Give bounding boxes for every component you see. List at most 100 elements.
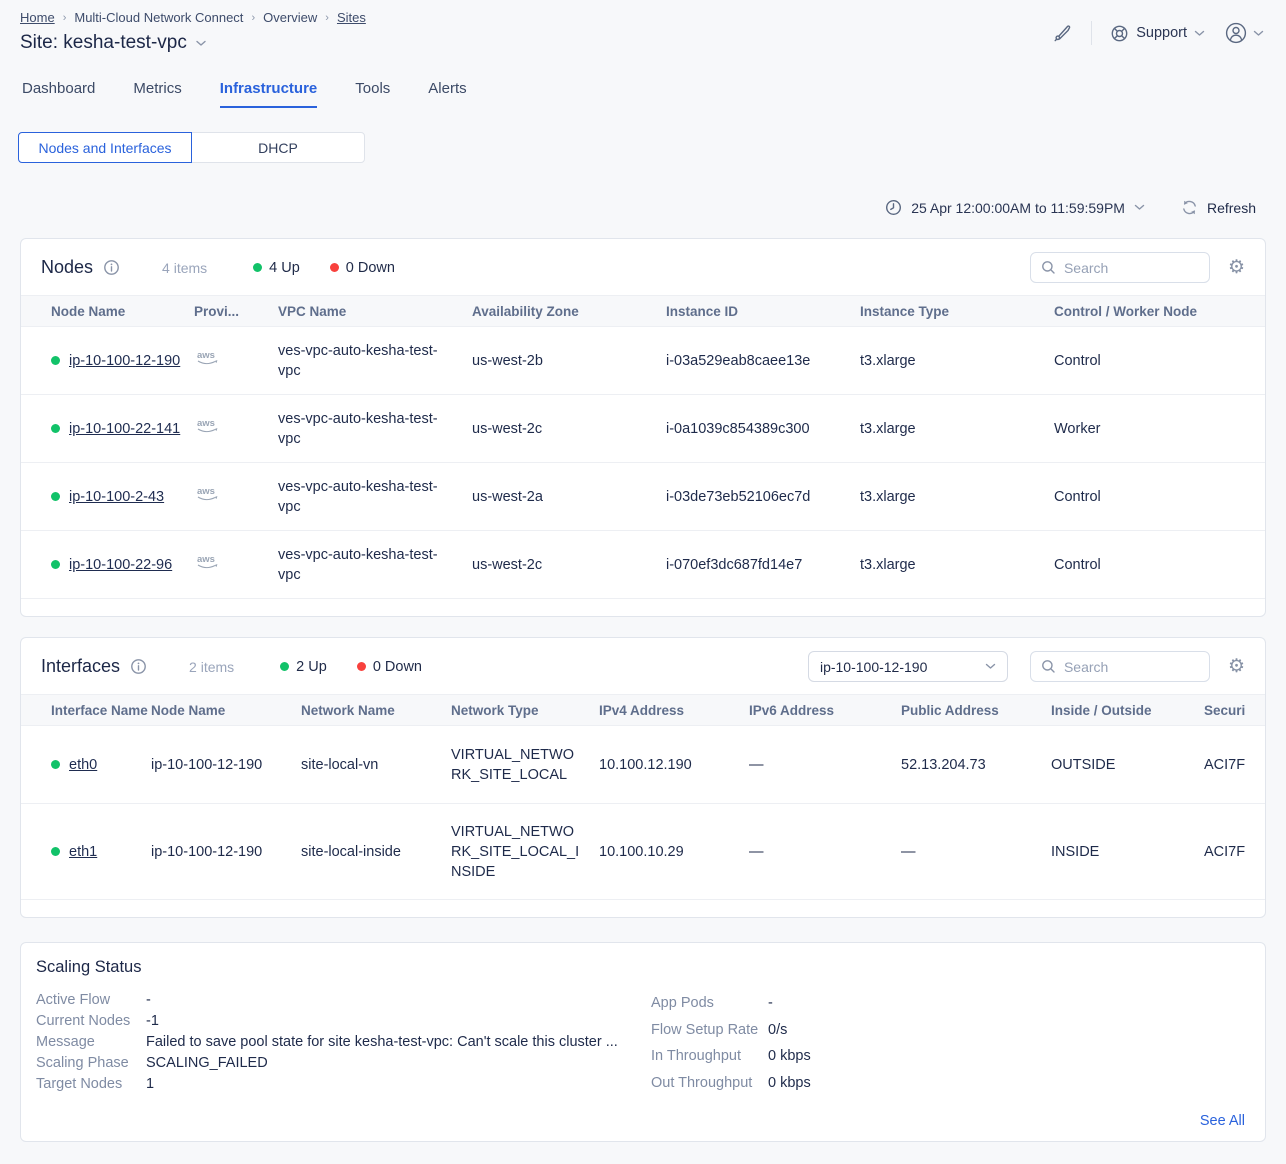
interface-link[interactable]: eth0 xyxy=(69,755,97,775)
vpc-name: ves-vpc-auto-kesha-test-vpc xyxy=(278,477,456,517)
node-link[interactable]: ip-10-100-2-43 xyxy=(69,487,164,507)
aws-provider-icon: aws xyxy=(194,349,222,367)
tab-tools[interactable]: Tools xyxy=(355,80,390,108)
table-row: ip-10-100-22-96 aws ves-vpc-auto-kesha-t… xyxy=(21,531,1265,599)
col-security[interactable]: Securi xyxy=(1204,695,1265,726)
breadcrumb-mcnc: Multi-Cloud Network Connect xyxy=(74,10,243,25)
vpc-name: ves-vpc-auto-kesha-test-vpc xyxy=(278,545,456,585)
breadcrumb-home[interactable]: Home xyxy=(20,10,55,25)
nodes-items-count: 4 items xyxy=(162,260,207,276)
col-ipv6-address[interactable]: IPv6 Address xyxy=(749,695,901,726)
node-name: ip-10-100-12-190 xyxy=(151,804,301,900)
node-link[interactable]: ip-10-100-22-96 xyxy=(69,555,172,575)
instance-id: i-03a529eab8caee13e xyxy=(666,327,860,395)
inside-outside: INSIDE xyxy=(1051,804,1204,900)
breadcrumb-separator: › xyxy=(63,12,67,24)
table-row: ip-10-100-2-43 aws ves-vpc-auto-kesha-te… xyxy=(21,463,1265,531)
table-row: eth1 ip-10-100-12-190 site-local-inside … xyxy=(21,804,1265,900)
col-public-address[interactable]: Public Address xyxy=(901,695,1051,726)
kv-target-nodes: Target Nodes1 xyxy=(36,1074,651,1095)
col-ipv4-address[interactable]: IPv4 Address xyxy=(599,695,749,726)
breadcrumb-overview: Overview xyxy=(263,10,317,25)
interfaces-panel: Interfaces 2 items 2 Up 0 Down ip-10-100… xyxy=(20,637,1266,918)
node-role: Control xyxy=(1054,531,1265,599)
vpc-name: ves-vpc-auto-kesha-test-vpc xyxy=(278,341,456,381)
settings-gear-icon[interactable]: ⚙ xyxy=(1228,258,1245,277)
see-all-link[interactable]: See All xyxy=(1200,1113,1245,1129)
chevron-down-icon xyxy=(1253,30,1264,37)
instance-type: t3.xlarge xyxy=(860,531,1054,599)
node-link[interactable]: ip-10-100-12-190 xyxy=(69,351,180,371)
node-filter-select[interactable]: ip-10-100-12-190 xyxy=(808,651,1008,682)
refresh-label: Refresh xyxy=(1207,200,1256,216)
nodes-panel: Nodes 4 items 4 Up 0 Down xyxy=(20,238,1266,617)
chevron-down-icon xyxy=(985,663,996,670)
chevron-down-icon xyxy=(1194,30,1205,37)
nodes-down-count: 0 Down xyxy=(330,260,395,276)
node-link[interactable]: ip-10-100-22-141 xyxy=(69,419,180,439)
instance-id: i-070ef3dc687fd14e7 xyxy=(666,531,860,599)
divider xyxy=(1091,21,1092,45)
support-menu[interactable]: Support xyxy=(1110,24,1205,43)
subtab-dhcp[interactable]: DHCP xyxy=(191,132,365,163)
breadcrumb-sites[interactable]: Sites xyxy=(337,10,366,25)
tab-dashboard[interactable]: Dashboard xyxy=(22,80,95,108)
tab-alerts[interactable]: Alerts xyxy=(428,80,466,108)
time-range-picker[interactable]: 25 Apr 12:00:00AM to 11:59:59PM xyxy=(885,199,1145,216)
nodes-search xyxy=(1030,252,1210,283)
search-icon xyxy=(1041,659,1056,674)
edit-pen-icon[interactable] xyxy=(1051,22,1073,44)
chevron-down-icon[interactable] xyxy=(195,39,207,47)
search-icon xyxy=(1041,260,1056,275)
col-availability-zone[interactable]: Availability Zone xyxy=(472,296,666,327)
interfaces-search-input[interactable] xyxy=(1064,659,1199,675)
col-instance-type[interactable]: Instance Type xyxy=(860,296,1054,327)
instance-type: t3.xlarge xyxy=(860,463,1054,531)
node-role: Control xyxy=(1054,463,1265,531)
interface-link[interactable]: eth1 xyxy=(69,842,97,862)
settings-gear-icon[interactable]: ⚙ xyxy=(1228,657,1245,676)
col-node-name[interactable]: Node Name xyxy=(21,296,194,327)
info-icon[interactable] xyxy=(103,259,120,276)
ipv4-address: 10.100.12.190 xyxy=(599,726,749,804)
account-menu[interactable] xyxy=(1223,20,1264,46)
scaling-status-title: Scaling Status xyxy=(36,958,1245,977)
col-network-type[interactable]: Network Type xyxy=(451,695,599,726)
availability-zone: us-west-2a xyxy=(472,463,666,531)
network-type: VIRTUAL_NETWORK_SITE_LOCAL_INSIDE xyxy=(451,822,581,882)
aws-provider-icon: aws xyxy=(194,553,222,571)
col-interface-name[interactable]: Interface Name xyxy=(21,695,151,726)
nodes-search-input[interactable] xyxy=(1064,260,1199,276)
info-icon[interactable] xyxy=(130,658,147,675)
tab-metrics[interactable]: Metrics xyxy=(133,80,181,108)
breadcrumb: Home › Multi-Cloud Network Connect › Ove… xyxy=(20,8,366,25)
support-lifebuoy-icon xyxy=(1110,24,1129,43)
refresh-button[interactable]: Refresh xyxy=(1181,199,1256,216)
col-instance-id[interactable]: Instance ID xyxy=(666,296,860,327)
subtab-nodes-and-interfaces[interactable]: Nodes and Interfaces xyxy=(18,132,192,163)
tab-infrastructure[interactable]: Infrastructure xyxy=(220,80,318,108)
col-provider[interactable]: Provi... xyxy=(194,296,278,327)
refresh-icon xyxy=(1181,199,1198,216)
kv-message: MessageFailed to save pool state for sit… xyxy=(36,1032,651,1053)
col-network-name[interactable]: Network Name xyxy=(301,695,451,726)
nodes-up-count: 4 Up xyxy=(253,260,300,276)
network-type: VIRTUAL_NETWORK_SITE_LOCAL xyxy=(451,745,581,785)
clock-icon xyxy=(885,199,902,216)
col-inside-outside[interactable]: Inside / Outside xyxy=(1051,695,1204,726)
interfaces-table: Interface Name Node Name Network Name Ne… xyxy=(21,694,1265,900)
node-role: Worker xyxy=(1054,395,1265,463)
table-row: eth0 ip-10-100-12-190 site-local-vn VIRT… xyxy=(21,726,1265,804)
kv-active-flow: Active Flow- xyxy=(36,990,651,1011)
down-status-dot xyxy=(357,662,366,671)
scaling-right-column: App Pods- Flow Setup Rate0/s In Throughp… xyxy=(651,990,1245,1096)
col-control-worker[interactable]: Control / Worker Node xyxy=(1054,296,1265,327)
kv-out-throughput: Out Throughput0 kbps xyxy=(651,1070,1245,1097)
col-node-name[interactable]: Node Name xyxy=(151,695,301,726)
down-status-dot xyxy=(330,263,339,272)
time-range-label: 25 Apr 12:00:00AM to 11:59:59PM xyxy=(911,200,1125,216)
col-vpc-name[interactable]: VPC Name xyxy=(278,296,472,327)
toolbar: 25 Apr 12:00:00AM to 11:59:59PM Refresh xyxy=(0,163,1286,216)
public-address: — xyxy=(901,804,1051,900)
nodes-title: Nodes xyxy=(41,257,93,278)
